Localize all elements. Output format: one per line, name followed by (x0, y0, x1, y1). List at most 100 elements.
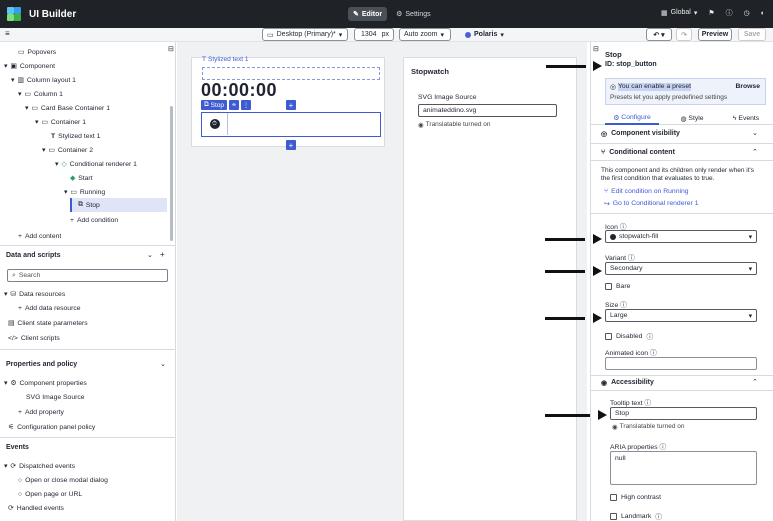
undo-button[interactable]: ↶ ▾ (646, 28, 672, 41)
tree-item-stop[interactable]: ⧉ Stop (78, 198, 100, 212)
tab-events[interactable]: ϟ Events (721, 112, 771, 125)
goto-renderer-link[interactable]: ↪ Go to Conditional renderer 1 (604, 200, 698, 208)
add-condition-link[interactable]: + Add condition (70, 213, 118, 227)
tree-item-data-resources[interactable]: ▾ ⛁ Data resources (4, 287, 65, 301)
tree-label: Client state parameters (17, 319, 88, 327)
theme-select[interactable]: Polaris ▾ (461, 28, 509, 41)
divider (591, 213, 773, 214)
grid-icon: ▦ (661, 10, 668, 17)
event-icon: ⟳ (8, 505, 14, 512)
stylized-text-tag[interactable]: T Stylized text 1 (202, 56, 248, 63)
tree-item-component-properties[interactable]: ▾ ⚙ Component properties (4, 376, 87, 390)
tree-item-svg-image-source[interactable]: SVG Image Source (26, 390, 85, 404)
aria-textarea[interactable]: null (610, 451, 757, 485)
circle-icon: ○ (18, 476, 23, 484)
tab-style[interactable]: ◍ Style (667, 112, 717, 125)
collapse-panel-icon[interactable]: ⊟ (168, 45, 174, 53)
tree-item-handled-events[interactable]: ⟳ Handled events (8, 501, 64, 515)
add-above-button[interactable]: + (286, 100, 296, 110)
add-content-link[interactable]: + Add content (18, 229, 61, 243)
width-input[interactable]: 1304 px (354, 28, 394, 41)
caret-down-icon: ▾ (18, 91, 22, 98)
theme-toggle-icon[interactable]: ◐ (761, 10, 765, 17)
edit-condition-link[interactable]: ⑂ Edit condition on Running (604, 188, 689, 195)
tree-label: Container 2 (57, 146, 93, 154)
tree-item-running[interactable]: ▾ ▭ Running (64, 185, 105, 199)
browse-presets-link[interactable]: Browse (735, 83, 760, 90)
tree-item-container-2[interactable]: ▾ ▭ Container 2 (42, 143, 93, 157)
more-options-icon[interactable]: ⋮ (241, 100, 252, 110)
save-button[interactable]: Save (738, 28, 766, 41)
help-icon[interactable]: ⓘ (726, 8, 733, 18)
chevron-down-icon[interactable]: ⌄ (160, 360, 166, 368)
checkbox-box (610, 512, 617, 520)
variant-select[interactable]: Secondary ▾ (605, 262, 757, 275)
annotation-arrow (545, 313, 602, 323)
tab-editor[interactable]: ✎ Editor (348, 7, 388, 21)
tooltip-input[interactable]: Stop (610, 407, 757, 420)
tree-item-popovers[interactable]: ▭ Popovers (18, 45, 56, 59)
tree-item-client-state[interactable]: ▤ Client state parameters (8, 316, 88, 330)
tree-item-stylized-text[interactable]: T Stylized text 1 (51, 129, 100, 143)
stop-tag[interactable]: ⧉ Stop (201, 100, 228, 110)
tree-item-start[interactable]: ◆ Start (70, 171, 93, 185)
icon-select[interactable]: stopwatch-fill ▾ (605, 230, 757, 243)
accessibility-icon: ◉ (601, 380, 608, 387)
collapse-panel-icon[interactable]: ⊟ (593, 45, 599, 53)
preview-button[interactable]: Preview (698, 28, 732, 41)
add-property-link[interactable]: + Add property (18, 405, 64, 419)
disabled-checkbox[interactable]: Disabled ⓘ (605, 331, 653, 341)
stop-button[interactable]: ⏱ (202, 113, 228, 135)
tree-label: Component (19, 62, 55, 70)
add-data-resource-link[interactable]: + Add data resource (18, 301, 81, 315)
tree-item-config-policy[interactable]: ⚟ Configuration panel policy (8, 420, 95, 434)
chevron-up-icon[interactable]: ⌃ (752, 378, 758, 386)
redo-button[interactable]: ↷ (676, 28, 692, 41)
section-component-visibility[interactable]: ◎ Component visibility (601, 130, 680, 138)
tab-settings[interactable]: ⚙ Settings (391, 7, 436, 21)
chevron-down-icon[interactable]: ⌄ (147, 251, 153, 259)
tree-item-column[interactable]: ▾ ▭ Column 1 (18, 87, 63, 101)
tree-item-component[interactable]: ▾ ▣ Component (4, 59, 55, 73)
tree-item-dispatched-events[interactable]: ▾ ⟳ Dispatched events (4, 459, 75, 473)
svg-source-input[interactable]: animateddino.svg (418, 104, 557, 117)
tree-item-open-close-modal[interactable]: ○ Open or close modal dialog (18, 473, 108, 487)
tree-item-client-scripts[interactable]: </> Client scripts (8, 331, 60, 345)
component-id: ID: stop_button (605, 61, 657, 68)
menu-icon[interactable]: ≡ (5, 29, 10, 38)
branch-icon: ⑂ (601, 149, 606, 156)
chevron-up-icon[interactable]: ⌃ (752, 148, 758, 156)
caret-down-icon: ▾ (4, 291, 8, 298)
tree-item-open-page[interactable]: ○ Open page or URL (18, 487, 82, 501)
search-input[interactable]: ⌕ Search (7, 269, 168, 282)
tree-label: Column 1 (33, 90, 63, 98)
tree-item-card-base[interactable]: ▾ ▭ Card Base Container 1 (25, 101, 110, 115)
size-select[interactable]: Large ▾ (605, 309, 757, 322)
device-select[interactable]: ▭ Desktop (Primary)* ▾ (262, 28, 348, 41)
add-icon[interactable]: + (160, 250, 165, 259)
card-left: T Stylized text 1 00:00:00 ⧉ Stop ⚭ ⋮ + ⏱ … (191, 56, 385, 150)
chevron-down-icon: ▾ (338, 31, 343, 39)
divider (0, 437, 175, 438)
tree-item-column-layout[interactable]: ▾ ▥ Column layout 1 (11, 73, 76, 87)
landmark-checkbox[interactable]: Landmark ⓘ (610, 511, 662, 521)
add-below-button[interactable]: + (286, 140, 296, 150)
history-icon[interactable]: ◷ (744, 9, 750, 17)
zoom-select[interactable]: Auto zoom ▾ (399, 28, 451, 41)
divider (591, 143, 773, 144)
tree-label: Container 1 (50, 118, 86, 126)
bare-checkbox[interactable]: Bare (605, 283, 630, 290)
tree-item-container-1[interactable]: ▾ ▭ Container 1 (35, 115, 86, 129)
tree-item-conditional-renderer[interactable]: ▾ ◇ Conditional renderer 1 (55, 157, 137, 171)
section-accessibility[interactable]: ◉ Accessibility (601, 379, 654, 387)
link-icon[interactable]: ⚭ (229, 100, 240, 110)
animated-icon-input[interactable] (605, 357, 757, 370)
high-contrast-checkbox[interactable]: High contrast (610, 494, 661, 501)
tree-scrollbar[interactable] (170, 106, 173, 241)
scope-selector[interactable]: ▦ Global ▾ (661, 9, 697, 17)
chevron-down-icon[interactable]: ⌄ (752, 129, 758, 137)
flag-icon[interactable]: ⚑ (708, 9, 714, 17)
tab-configure[interactable]: ⚙ Configure (605, 112, 659, 125)
section-conditional-content[interactable]: ⑂ Conditional content (601, 149, 675, 156)
tree-label: Component properties (19, 379, 87, 387)
